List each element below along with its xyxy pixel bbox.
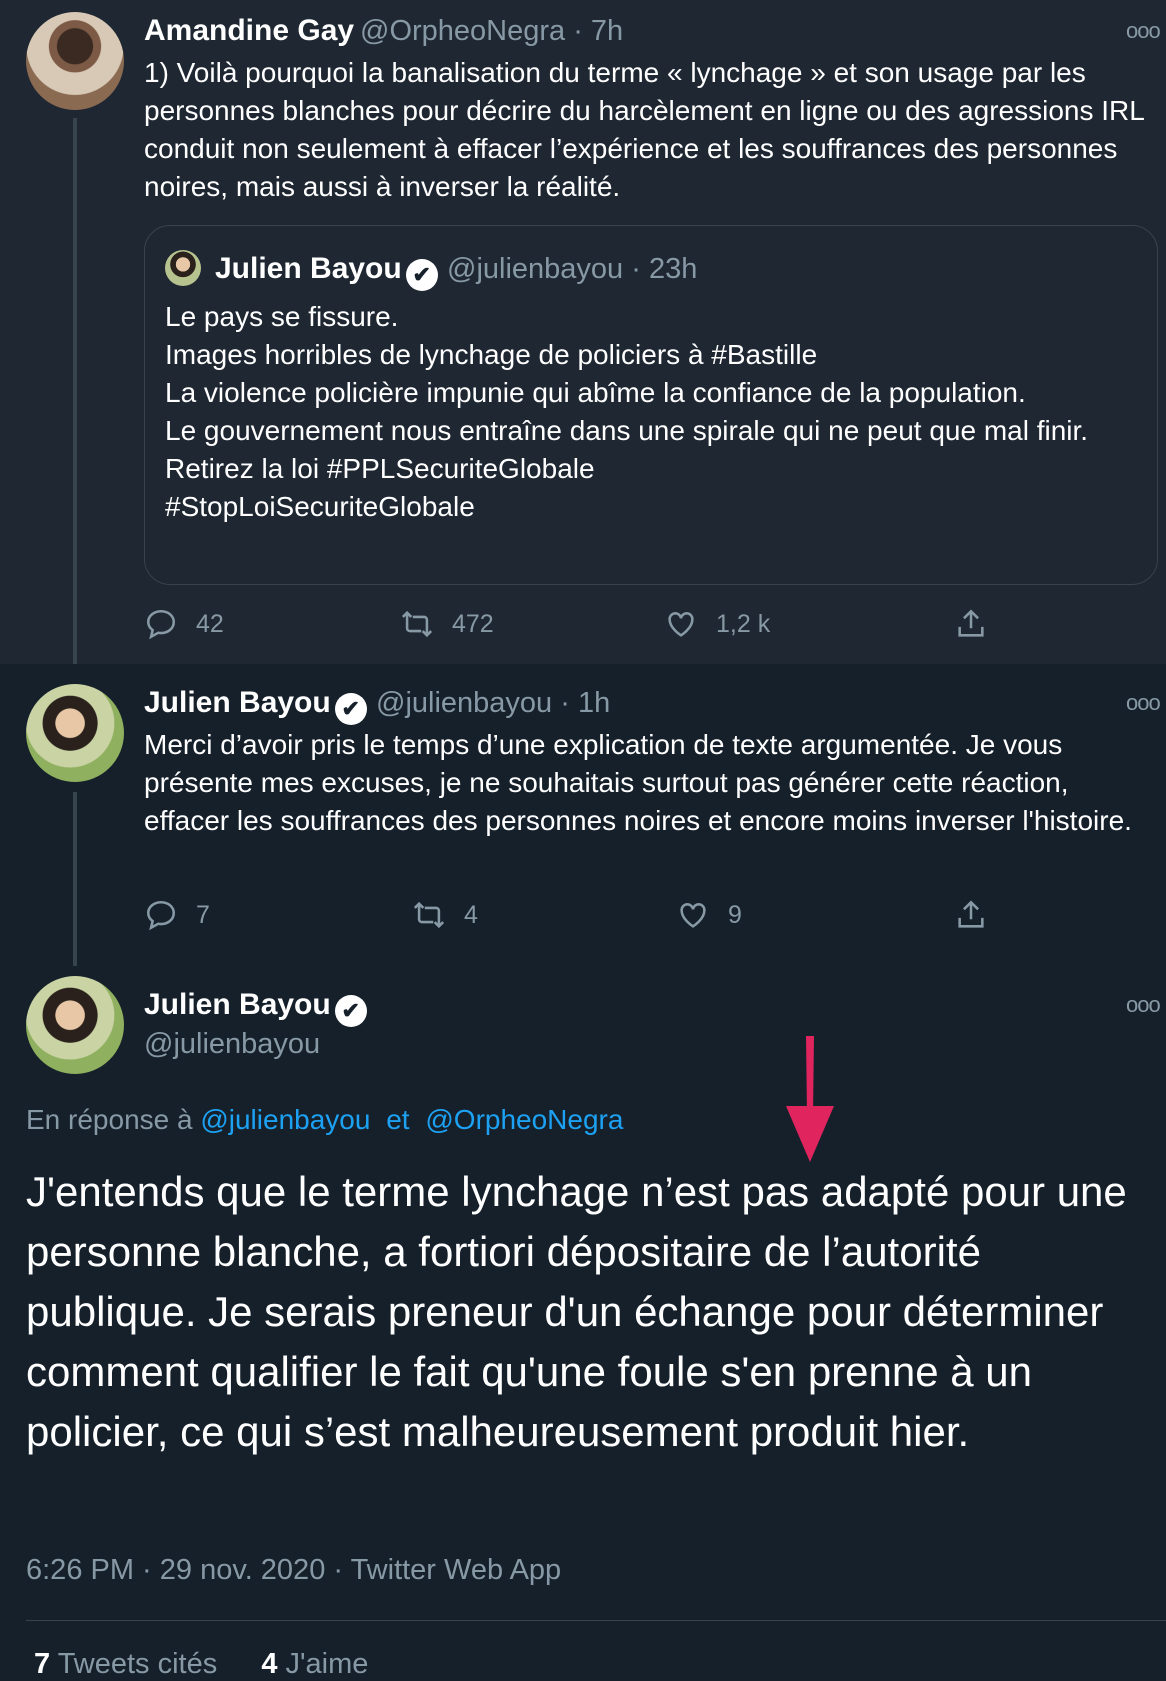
more-options-icon[interactable]: ooo: [1126, 992, 1161, 1018]
reply-count: 7: [196, 900, 210, 929]
verified-icon: ✔: [405, 259, 438, 291]
avatar: [165, 250, 201, 286]
avatar[interactable]: [26, 12, 124, 110]
heart-icon: [668, 612, 694, 637]
retweet-icon: [413, 901, 445, 929]
more-options-icon[interactable]: ooo: [1126, 18, 1161, 44]
share-button[interactable]: [954, 898, 1006, 932]
mention-link[interactable]: @julienbayou: [200, 1104, 370, 1135]
author-handle[interactable]: @julienbayou: [144, 1028, 320, 1061]
tweet-text: Merci d’avoir pris le temps d’une explic…: [144, 729, 1132, 836]
quoted-tweet[interactable]: Julien Bayou ✔ @julienbayou · 23h Le pays…: [144, 225, 1158, 585]
retweet-button[interactable]: 472: [400, 607, 494, 641]
likes-link[interactable]: 4 J'aime: [261, 1648, 368, 1680]
retweet-count: 4: [464, 900, 478, 929]
quoted-tweets-link[interactable]: 7 Tweets cités: [34, 1648, 217, 1680]
retweet-button[interactable]: 4: [412, 898, 478, 932]
likes-label: J'aime: [285, 1648, 369, 1680]
mention-link[interactable]: @OrpheoNegra: [425, 1104, 623, 1135]
avatar[interactable]: [26, 684, 124, 782]
reply-button[interactable]: 42: [144, 607, 224, 641]
tweet-text: J'entends que le terme lynchage n’est pa…: [26, 1168, 1127, 1455]
reply-and: et: [386, 1104, 410, 1135]
author-name[interactable]: Amandine Gay: [144, 14, 354, 48]
quoted-count: 7: [34, 1648, 51, 1680]
avatar[interactable]: [26, 976, 124, 1074]
annotation-arrow-icon: [786, 1036, 834, 1162]
likes-count: 4: [261, 1648, 278, 1680]
retweet-count: 472: [452, 609, 494, 638]
share-icon: [958, 609, 984, 637]
reply-icon: [146, 609, 176, 640]
reply-icon: [146, 900, 176, 931]
share-button[interactable]: [954, 607, 1006, 641]
quoted-author-name: Julien Bayou ✔: [215, 252, 438, 291]
author-handle[interactable]: @OrpheoNegra · 7h: [360, 15, 623, 48]
thread-line: [73, 792, 77, 966]
tweet-actions: 42 472 1,2 k: [144, 607, 1004, 647]
tweet-stats: 7 Tweets cités 4 J'aime: [34, 1648, 368, 1681]
tweet-meta[interactable]: 6:26 PM · 29 nov. 2020 · Twitter Web App: [26, 1554, 561, 1587]
verified-icon: ✔: [334, 995, 367, 1027]
reply-count: 42: [196, 609, 224, 638]
share-icon: [958, 900, 984, 928]
like-count: 9: [728, 900, 742, 929]
like-button[interactable]: 9: [676, 898, 742, 932]
reply-button[interactable]: 7: [144, 898, 210, 932]
quoted-label: Tweets cités: [57, 1648, 218, 1680]
like-count: 1,2 k: [716, 609, 771, 638]
heart-icon: [680, 903, 706, 928]
retweet-icon: [401, 610, 433, 638]
reply-prefix: En réponse à: [26, 1104, 201, 1135]
quoted-tweet-text: Le pays se fissure. Images horribles de …: [165, 301, 1089, 522]
tweet-text: 1) Voilà pourquoi la banalisation du ter…: [144, 57, 1144, 202]
verified-icon: ✔: [334, 693, 367, 725]
author-name[interactable]: Julien Bayou ✔: [144, 988, 367, 1027]
tweet-actions: 7 4 9: [144, 898, 1004, 938]
quoted-author-handle: @julienbayou · 23h: [447, 253, 698, 285]
tweet-amandine-gay[interactable]: Amandine Gay @OrpheoNegra · 7h ooo 1) Vo…: [0, 0, 1166, 664]
like-button[interactable]: 1,2 k: [664, 607, 770, 641]
thread-line: [73, 118, 77, 664]
more-options-icon[interactable]: ooo: [1126, 690, 1161, 716]
author-handle[interactable]: @julienbayou · 1h: [376, 687, 610, 720]
reply-context: En réponse à @julienbayou et @OrpheoNegr…: [26, 1104, 623, 1136]
divider: [26, 1620, 1166, 1621]
author-name[interactable]: Julien Bayou ✔: [144, 686, 367, 725]
